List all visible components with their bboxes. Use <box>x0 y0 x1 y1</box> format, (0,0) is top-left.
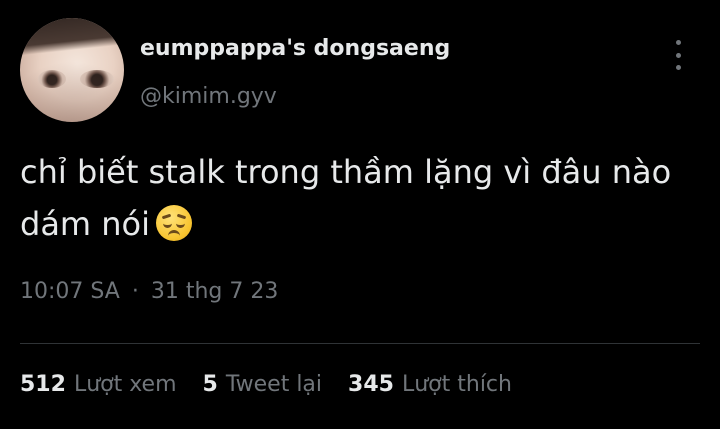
user-handle[interactable]: @kimim.gyv <box>140 84 277 109</box>
more-dot <box>675 65 681 70</box>
tweet-stats: 512 Lượt xem 5 Tweet lại 345 Lượt thích <box>20 372 512 397</box>
retweets-label: Tweet lại <box>225 372 323 397</box>
views-count: 512 <box>20 372 66 397</box>
display-name[interactable]: eumppappa's dongsaeng <box>140 36 450 61</box>
tweet-card: eumppappa's dongsaeng @kimim.gyv chỉ biế… <box>0 0 720 429</box>
tweet-time: 10:07 SA <box>20 279 120 304</box>
pensive-face-icon <box>156 205 193 241</box>
likes-stat[interactable]: 345 Lượt thích <box>348 372 512 397</box>
likes-count: 345 <box>348 372 394 397</box>
tweet-date: 31 thg 7 23 <box>150 279 279 304</box>
retweets-stat[interactable]: 5 Tweet lại <box>203 372 323 397</box>
meta-separator: · <box>131 279 139 304</box>
more-options-icon[interactable] <box>668 40 688 70</box>
retweets-count: 5 <box>202 372 218 397</box>
tweet-body: chỉ biết stalk trong thầm lặng vì đâu nà… <box>20 153 672 243</box>
avatar-shade <box>20 18 124 122</box>
views-stat[interactable]: 512 Lượt xem <box>20 372 177 397</box>
divider <box>20 343 700 344</box>
more-dot <box>675 52 681 58</box>
tweet-timestamp[interactable]: 10:07 SA · 31 thg 7 23 <box>20 279 278 304</box>
more-dot <box>675 40 681 45</box>
tweet-text: chỉ biết stalk trong thầm lặng vì đâu nà… <box>20 146 700 250</box>
avatar[interactable] <box>20 18 124 122</box>
views-label: Lượt xem <box>73 372 177 397</box>
likes-label: Lượt thích <box>401 372 512 397</box>
